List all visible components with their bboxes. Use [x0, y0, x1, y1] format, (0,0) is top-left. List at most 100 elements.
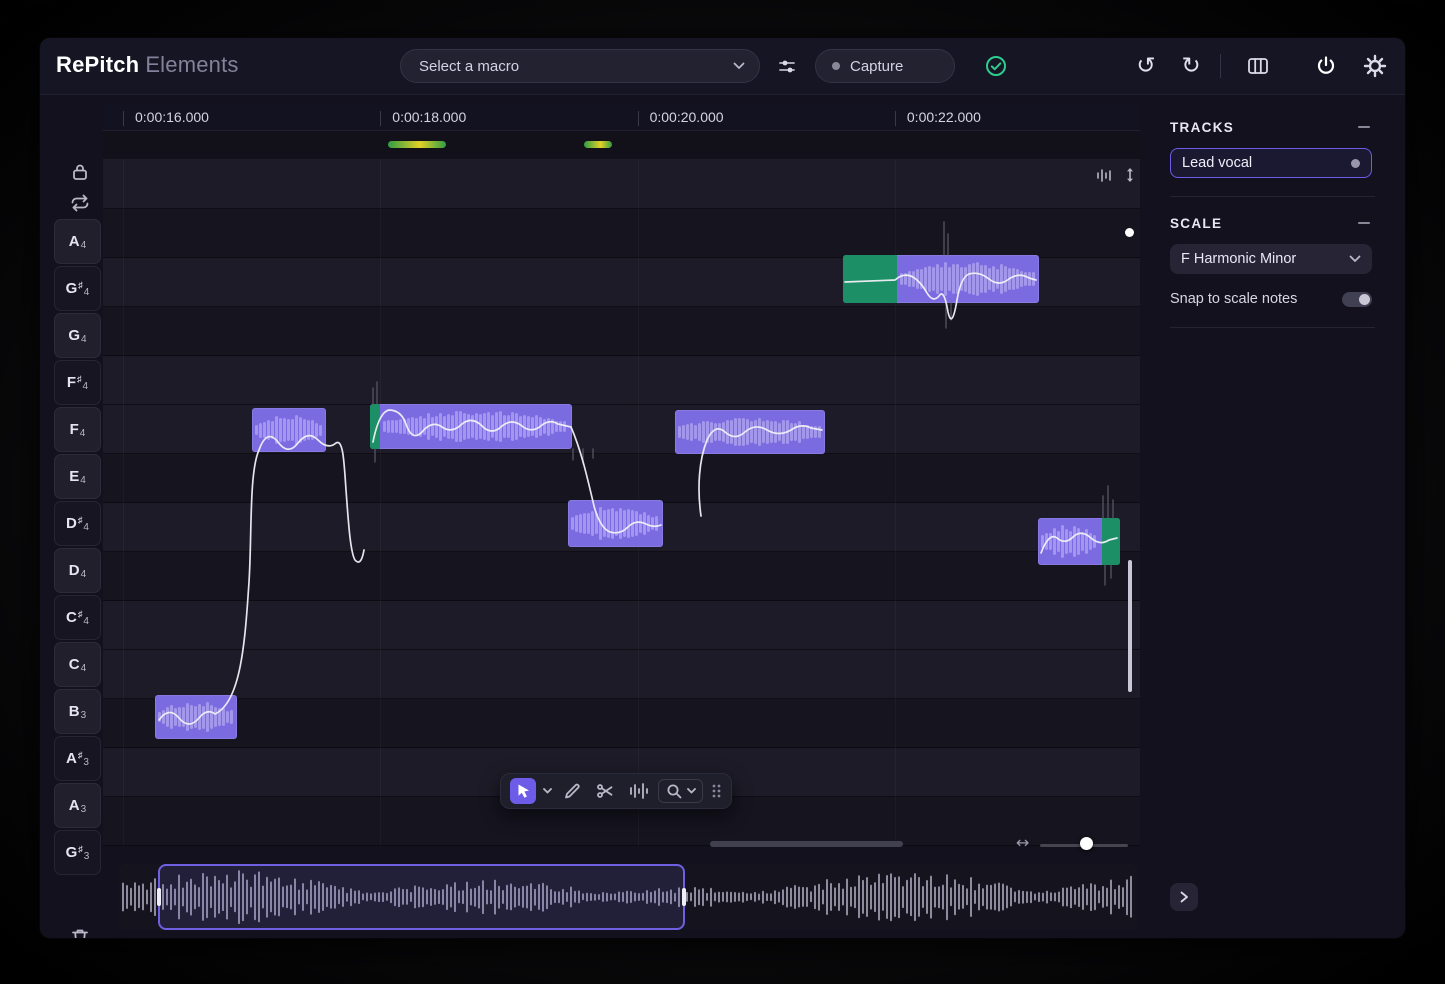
overview-bar — [894, 877, 896, 917]
snap-row: Snap to scale notes — [1170, 291, 1372, 307]
capture-region-marker[interactable] — [388, 141, 446, 148]
note-d4[interactable] — [1038, 518, 1120, 565]
overview-bar — [870, 885, 872, 910]
vertical-scrollbar[interactable] — [1128, 560, 1132, 692]
pitch-key-f4[interactable]: F4 — [54, 407, 101, 452]
pointer-tool-chevron[interactable] — [543, 788, 552, 794]
overview-bar — [874, 882, 876, 912]
capture-region-marker[interactable] — [584, 141, 612, 148]
overview-bar — [686, 892, 688, 902]
ruler-tick — [123, 111, 124, 126]
app-title: RePitchElements — [56, 52, 239, 78]
overview-bar — [838, 883, 840, 911]
note-g4[interactable] — [843, 255, 1039, 303]
pen-tool-button[interactable] — [559, 778, 585, 804]
note-inner-waveform — [678, 410, 822, 454]
pitch-key-a4[interactable]: A4 — [54, 219, 101, 264]
overview-bar — [770, 893, 772, 901]
selection-right-handle[interactable] — [682, 888, 686, 906]
overview-bar — [1050, 892, 1052, 901]
lock-icon — [69, 161, 91, 183]
delete-selection-button[interactable] — [68, 925, 92, 938]
ruler-label: 0:00:18.000 — [392, 109, 466, 125]
overview-waveform[interactable] — [118, 864, 1138, 930]
macro-dropdown[interactable]: Select a macro — [400, 49, 760, 83]
snap-toggle[interactable] — [1342, 292, 1372, 307]
pitch-key-fs4[interactable]: F♯4 — [54, 360, 101, 405]
note-d4[interactable] — [568, 500, 663, 547]
pitch-key-d4[interactable]: D4 — [54, 548, 101, 593]
note-e4[interactable] — [370, 404, 572, 449]
zoom-tool-button[interactable] — [658, 779, 703, 803]
note-inner-waveform — [158, 695, 234, 739]
sidebar: TRACKS Lead vocal SCALE F Harmonic Minor… — [1150, 95, 1395, 938]
bypass-power-button[interactable] — [1311, 51, 1341, 81]
undo-button[interactable]: ↺ — [1131, 51, 1161, 81]
overview-bar — [142, 883, 144, 910]
brand-light: Elements — [145, 52, 238, 77]
collapse-tracks-button[interactable] — [1356, 119, 1372, 135]
overview-bar — [914, 873, 916, 921]
overview-bar — [814, 885, 816, 909]
notes-layer — [103, 160, 1140, 846]
loop-button[interactable] — [68, 191, 92, 215]
sidebar-divider — [1170, 196, 1375, 197]
scale-dropdown[interactable]: F Harmonic Minor — [1170, 244, 1372, 274]
overview-bar — [1102, 886, 1104, 908]
macro-dropdown-value: Select a macro — [419, 58, 519, 75]
pointer-tool-button[interactable] — [510, 778, 536, 804]
overview-bar — [866, 877, 868, 917]
toolbar-drag-handle[interactable] — [710, 782, 722, 800]
note-e4[interactable] — [675, 410, 825, 454]
macro-settings-button[interactable] — [772, 51, 802, 81]
pitch-key-a3[interactable]: A3 — [54, 783, 101, 828]
note-waveform-toggle-icon[interactable] — [1095, 166, 1113, 184]
pitch-key-c4[interactable]: C4 — [54, 642, 101, 687]
pitch-key-gs4[interactable]: G♯4 — [54, 266, 101, 311]
overview-bar — [978, 884, 980, 911]
vertical-zoom-handle[interactable] — [1125, 228, 1134, 237]
sidebar-expand-button[interactable] — [1170, 883, 1198, 911]
overview-bar — [774, 890, 776, 904]
pitch-key-ds4[interactable]: D♯4 — [54, 501, 101, 546]
header: RePitchElements Select a macro Capture — [40, 38, 1405, 95]
pitch-key-g4[interactable]: G4 — [54, 313, 101, 358]
scale-title: SCALE — [1170, 216, 1222, 231]
pitch-key-as3[interactable]: A♯3 — [54, 736, 101, 781]
overview-bar — [722, 892, 724, 902]
overview-bar — [854, 886, 856, 908]
overview-selection[interactable] — [158, 864, 685, 930]
lock-button[interactable] — [68, 160, 92, 184]
waveform-tool-button[interactable] — [625, 778, 651, 804]
minus-icon — [1358, 126, 1370, 128]
time-ruler[interactable]: 0:00:16.0000:00:18.0000:00:20.0000:00:22… — [103, 105, 1140, 131]
pitch-key-b3[interactable]: B3 — [54, 689, 101, 734]
scissors-tool-button[interactable] — [592, 778, 618, 804]
redo-button[interactable]: ↻ — [1176, 51, 1206, 81]
pitch-key-cs4[interactable]: C♯4 — [54, 595, 101, 640]
note-e4[interactable] — [252, 408, 326, 452]
ruler-label: 0:00:16.000 — [135, 109, 209, 125]
ruler-tick — [380, 111, 381, 126]
overview-bar — [862, 880, 864, 914]
collapse-scale-button[interactable] — [1356, 215, 1372, 231]
pitch-grid[interactable] — [103, 160, 1140, 846]
overview-bar — [1038, 892, 1040, 902]
horizontal-scrollbar[interactable] — [710, 841, 903, 847]
note-as3[interactable] — [155, 695, 237, 739]
capture-button[interactable]: Capture — [815, 49, 955, 83]
vertical-scale-icon[interactable] — [1121, 166, 1139, 184]
settings-button[interactable] — [1360, 51, 1390, 81]
ruler-label: 0:00:22.000 — [907, 109, 981, 125]
track-item-lead-vocal[interactable]: Lead vocal — [1170, 148, 1372, 178]
pitch-key-e4[interactable]: E4 — [54, 454, 101, 499]
pitch-key-gs3[interactable]: G♯3 — [54, 830, 101, 875]
overview-bar — [1058, 892, 1060, 903]
layout-columns-button[interactable] — [1243, 51, 1273, 81]
zoom-slider-handle[interactable] — [1080, 837, 1093, 850]
edit-toolbar — [500, 773, 732, 809]
overview-bar — [982, 888, 984, 906]
overview-bar — [1094, 884, 1096, 910]
overview-bar — [850, 887, 852, 907]
selection-left-handle[interactable] — [157, 888, 161, 906]
